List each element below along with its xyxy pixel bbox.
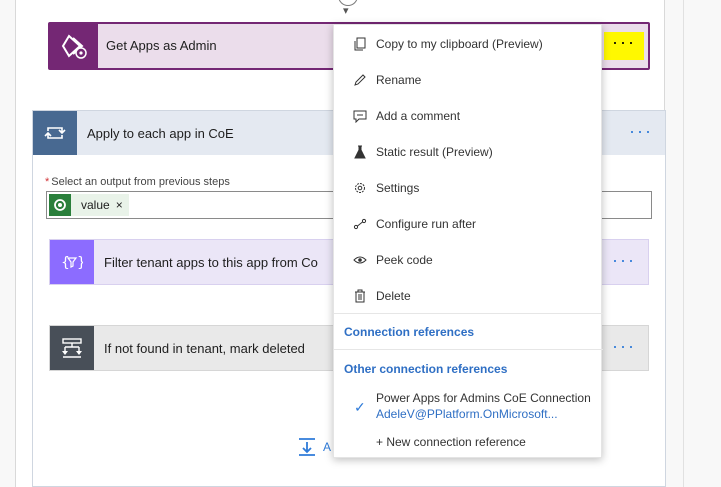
add-an-action-button[interactable]: A <box>297 437 331 457</box>
output-field-label-text: Select an output from previous steps <box>51 176 230 188</box>
menu-item-add-comment[interactable]: Add a comment <box>334 99 603 133</box>
menu-item-label: Copy to my clipboard (Preview) <box>376 37 543 51</box>
menu-item-label: Static result (Preview) <box>376 145 493 159</box>
more-options-button[interactable]: ··· <box>612 250 636 271</box>
menu-item-configure-run-after[interactable]: Configure run after <box>334 207 603 241</box>
menu-item-peek-code[interactable]: Peek code <box>334 243 603 277</box>
connection-account[interactable]: AdeleV@PPlatform.OnMicrosoft... <box>376 407 558 421</box>
connection-name[interactable]: Power Apps for Admins CoE Connection <box>376 391 591 405</box>
menu-item-copy-to-clipboard[interactable]: Copy to my clipboard (Preview) <box>334 27 603 61</box>
menu-item-delete[interactable]: Delete <box>334 279 603 313</box>
action-context-menu: Copy to my clipboard (Preview) Rename Ad… <box>333 24 603 458</box>
more-options-button[interactable]: ··· <box>612 336 636 357</box>
menu-item-label: Rename <box>376 73 422 87</box>
more-options-button[interactable]: ··· <box>629 121 653 142</box>
other-connection-references-header: Other connection references <box>344 362 508 376</box>
comment-icon <box>352 108 368 124</box>
dataverse-icon <box>49 194 71 216</box>
menu-item-label: Delete <box>376 289 411 303</box>
menu-item-rename[interactable]: Rename <box>334 63 603 97</box>
action-title: Get Apps as Admin <box>106 38 217 53</box>
new-connection-reference-button[interactable]: + New connection reference <box>376 435 526 449</box>
add-action-label: A <box>323 440 332 454</box>
action-title: Filter tenant apps to this app from Co <box>104 255 318 270</box>
token-label: value <box>81 198 110 212</box>
output-field-label: * Select an output from previous steps <box>45 176 230 188</box>
flask-icon <box>352 144 368 160</box>
pencil-icon <box>352 72 368 88</box>
menu-divider <box>334 349 603 350</box>
remove-token-icon[interactable]: × <box>116 198 129 212</box>
menu-item-settings[interactable]: Settings <box>334 171 603 205</box>
menu-item-label: Add a comment <box>376 109 461 123</box>
gutter-divider <box>683 0 684 487</box>
connection-references-header: Connection references <box>344 325 475 339</box>
more-options-button[interactable]: ··· <box>604 32 644 60</box>
svg-text:{: { <box>61 255 70 271</box>
menu-item-static-result[interactable]: Static result (Preview) <box>334 135 603 169</box>
menu-item-label: Peek code <box>376 253 433 267</box>
menu-divider <box>334 313 603 314</box>
flow-designer-canvas: ▾ Get Apps as Admin ··· Apply to each ap… <box>0 0 721 487</box>
menu-item-label: Settings <box>376 181 420 195</box>
menu-item-label: Configure run after <box>376 217 477 231</box>
add-action-icon <box>299 438 315 456</box>
copy-icon <box>352 36 368 52</box>
required-marker: * <box>45 176 50 188</box>
apply-to-each-title: Apply to each app in CoE <box>87 126 234 141</box>
arrow-down-icon: ▾ <box>343 5 349 17</box>
powerapps-admin-icon <box>50 24 98 68</box>
svg-text:}: } <box>77 255 83 271</box>
filter-array-icon: { } <box>50 240 94 284</box>
dynamic-content-token[interactable]: value × <box>49 194 129 216</box>
run-after-icon <box>352 216 368 232</box>
eye-icon <box>352 252 368 268</box>
gear-icon <box>352 180 368 196</box>
condition-icon <box>50 326 94 370</box>
action-title: If not found in tenant, mark deleted <box>104 341 305 356</box>
checkmark-icon: ✓ <box>354 399 366 415</box>
loop-icon <box>33 111 77 155</box>
trash-icon <box>352 288 368 304</box>
